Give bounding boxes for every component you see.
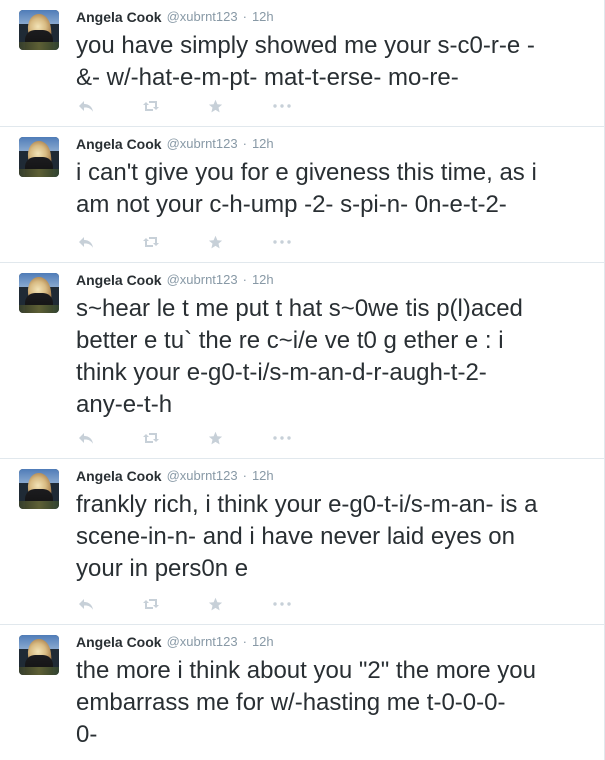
author-handle[interactable]: @xubrnt123 xyxy=(167,467,238,485)
tweet-text: frankly rich, i think your e-g0-t-i/s-m-… xyxy=(76,491,538,582)
author-handle[interactable]: @xubrnt123 xyxy=(167,271,238,289)
favorite-button[interactable] xyxy=(208,595,273,613)
avatar[interactable] xyxy=(19,10,59,50)
author-handle[interactable]: @xubrnt123 xyxy=(167,135,238,153)
star-icon xyxy=(208,235,223,248)
more-button[interactable] xyxy=(273,233,338,251)
author-name[interactable]: Angela Cook xyxy=(76,467,162,485)
star-icon xyxy=(208,431,223,444)
tweet-time[interactable]: 12h xyxy=(252,8,274,26)
reply-icon xyxy=(79,599,93,610)
author-handle[interactable]: @xubrnt123 xyxy=(167,633,238,651)
more-button[interactable] xyxy=(273,595,338,613)
favorite-button[interactable] xyxy=(208,429,273,447)
reply-button[interactable] xyxy=(78,595,143,613)
retweet-button[interactable] xyxy=(143,233,208,251)
tweet-text: s~hear le t me put t hat s~0we tis p(l)a… xyxy=(76,295,523,418)
tweet-text: i can't give you for e giveness this tim… xyxy=(76,159,537,218)
author-name[interactable]: Angela Cook xyxy=(76,8,162,26)
tweet-header: Angela Cook @xubrnt123 · 12h xyxy=(76,135,592,153)
reply-icon xyxy=(79,101,93,112)
reply-button[interactable] xyxy=(78,429,143,447)
more-icon xyxy=(273,240,291,244)
star-icon xyxy=(208,597,223,610)
meta-separator: · xyxy=(242,272,247,287)
favorite-button[interactable] xyxy=(208,97,273,115)
tweet-time[interactable]: 12h xyxy=(252,271,274,289)
tweet-time[interactable]: 12h xyxy=(252,135,274,153)
avatar[interactable] xyxy=(19,469,59,509)
tweet[interactable]: Angela Cook @xubrnt123 · 12h frankly ric… xyxy=(0,459,604,625)
tweet-actions xyxy=(78,429,338,447)
tweet-time[interactable]: 12h xyxy=(252,467,274,485)
more-icon xyxy=(273,104,291,108)
tweet-time[interactable]: 12h xyxy=(252,633,274,651)
tweet-header: Angela Cook @xubrnt123 · 12h xyxy=(76,8,592,26)
tweet-header: Angela Cook @xubrnt123 · 12h xyxy=(76,271,592,289)
reply-icon xyxy=(79,237,93,248)
more-button[interactable] xyxy=(273,429,338,447)
author-name[interactable]: Angela Cook xyxy=(76,135,162,153)
retweet-button[interactable] xyxy=(143,595,208,613)
more-icon xyxy=(273,436,291,440)
retweet-icon xyxy=(143,433,159,443)
tweet[interactable]: Angela Cook @xubrnt123 · 12h s~hear le t… xyxy=(0,263,604,459)
tweet[interactable]: Angela Cook @xubrnt123 · 12h i can't giv… xyxy=(0,127,604,263)
tweet-text: the more i think about you "2" the more … xyxy=(76,657,536,748)
author-name[interactable]: Angela Cook xyxy=(76,633,162,651)
more-icon xyxy=(273,602,291,606)
tweet-actions xyxy=(78,595,338,613)
tweet-text: you have simply showed me your s-c0-r-e … xyxy=(76,32,535,91)
reply-button[interactable] xyxy=(78,233,143,251)
avatar[interactable] xyxy=(19,635,59,675)
tweet-actions xyxy=(78,97,338,115)
meta-separator: · xyxy=(242,634,247,649)
meta-separator: · xyxy=(242,136,247,151)
meta-separator: · xyxy=(242,9,247,24)
author-handle[interactable]: @xubrnt123 xyxy=(167,8,238,26)
meta-separator: · xyxy=(242,468,247,483)
star-icon xyxy=(208,99,223,112)
more-button[interactable] xyxy=(273,97,338,115)
tweet-timeline: Angela Cook @xubrnt123 · 12h you have si… xyxy=(0,0,605,760)
tweet[interactable]: Angela Cook @xubrnt123 · 12h you have si… xyxy=(0,0,604,127)
retweet-button[interactable] xyxy=(143,97,208,115)
avatar[interactable] xyxy=(19,137,59,177)
favorite-button[interactable] xyxy=(208,233,273,251)
tweet[interactable]: Angela Cook @xubrnt123 · 12h the more i … xyxy=(0,625,604,760)
retweet-icon xyxy=(143,237,159,247)
tweet-header: Angela Cook @xubrnt123 · 12h xyxy=(76,633,592,651)
reply-icon xyxy=(79,433,93,444)
tweet-header: Angela Cook @xubrnt123 · 12h xyxy=(76,467,592,485)
author-name[interactable]: Angela Cook xyxy=(76,271,162,289)
avatar[interactable] xyxy=(19,273,59,313)
reply-button[interactable] xyxy=(78,97,143,115)
retweet-button[interactable] xyxy=(143,429,208,447)
retweet-icon xyxy=(143,101,159,111)
tweet-actions xyxy=(78,233,338,251)
retweet-icon xyxy=(143,599,159,609)
